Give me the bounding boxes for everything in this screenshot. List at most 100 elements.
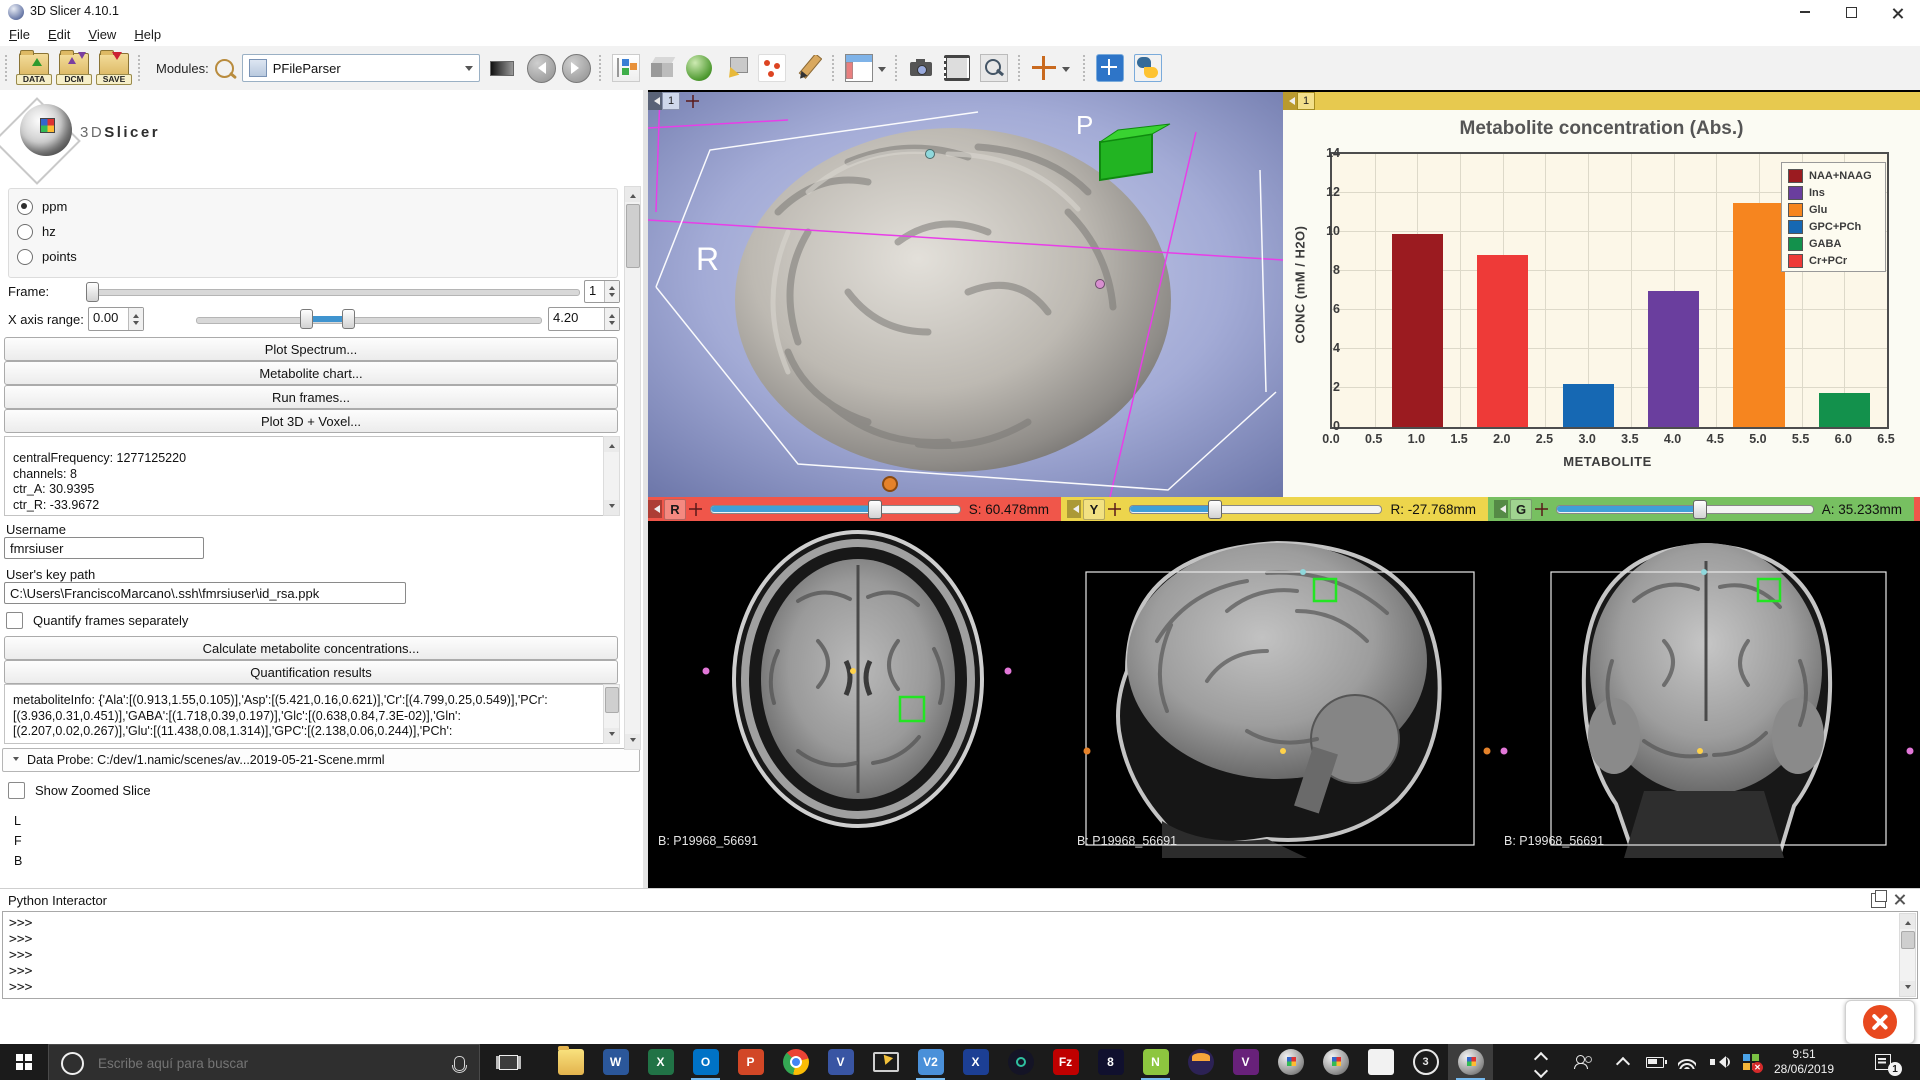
- chevron-down-icon[interactable]: [1062, 67, 1070, 76]
- view-pin-icon[interactable]: [1494, 500, 1508, 518]
- screenshot-camera-icon[interactable]: [908, 55, 934, 81]
- taskbar-app-slicer[interactable]: [1448, 1044, 1493, 1080]
- taskbar-app-i3[interactable]: 3: [1403, 1044, 1448, 1080]
- taskbar-overflow-button[interactable]: [1528, 1044, 1554, 1080]
- calculate-concentrations-button[interactable]: Calculate metabolite concentrations...: [4, 636, 618, 660]
- taskbar-clock[interactable]: 9:51 28/06/2019: [1756, 1044, 1852, 1080]
- markups-icon[interactable]: [758, 54, 786, 82]
- close-button[interactable]: [1874, 0, 1920, 24]
- menu-view[interactable]: View: [79, 24, 125, 45]
- taskbar-app-x-server[interactable]: [1358, 1044, 1403, 1080]
- quantification-results-button[interactable]: Quantification results: [4, 660, 618, 684]
- taskbar-app-word[interactable]: W: [593, 1044, 638, 1080]
- radio-points[interactable]: [17, 249, 33, 265]
- tables-icon[interactable]: [845, 54, 873, 82]
- view-pin-icon[interactable]: [1283, 92, 1297, 110]
- scene-film-icon[interactable]: [944, 55, 970, 81]
- menu-help[interactable]: Help: [125, 24, 170, 45]
- username-input[interactable]: [4, 537, 204, 559]
- slice-view-red[interactable]: R S: 60.478mm B: P19968_56691: [648, 497, 1067, 858]
- slice-visibility-icon[interactable]: [689, 503, 702, 516]
- subject-hierarchy-icon[interactable]: [612, 54, 640, 82]
- action-button-2[interactable]: Run frames...: [4, 385, 618, 409]
- slice-visibility-icon[interactable]: [1535, 503, 1548, 516]
- slice-visibility-icon[interactable]: [1108, 503, 1121, 516]
- python-close-icon[interactable]: [1893, 893, 1906, 906]
- view-pin-icon[interactable]: [648, 92, 662, 110]
- extensions-cube-icon[interactable]: [722, 55, 748, 81]
- radio-ppm[interactable]: [17, 199, 33, 215]
- taskbar-app-filezilla[interactable]: Fz: [1043, 1044, 1088, 1080]
- slice-offset-slider[interactable]: [710, 497, 959, 521]
- xaxis-handle-high[interactable]: [342, 309, 355, 329]
- menu-file[interactable]: File: [0, 24, 39, 45]
- slice-slider-handle[interactable]: [868, 500, 882, 519]
- toolbar-handle[interactable]: [598, 54, 603, 82]
- dicom-button[interactable]: DCM: [56, 51, 90, 85]
- xaxis-max-spinbox[interactable]: 4.20: [548, 307, 620, 331]
- toolbar-handle[interactable]: [4, 54, 9, 82]
- floating-close-button[interactable]: [1845, 1000, 1915, 1044]
- taskbar-app-visio[interactable]: V: [818, 1044, 863, 1080]
- taskbar-app-visual-studio[interactable]: V: [1223, 1044, 1268, 1080]
- slice-letter-badge[interactable]: G: [1510, 499, 1532, 520]
- microphone-icon[interactable]: [454, 1056, 465, 1071]
- show-zoomed-checkbox[interactable]: [8, 782, 25, 799]
- module-back-button[interactable]: [527, 54, 556, 83]
- taskbar-search[interactable]: [48, 1044, 480, 1080]
- chevron-down-icon[interactable]: [878, 67, 886, 76]
- slice-slider-handle[interactable]: [1693, 500, 1707, 519]
- python-console[interactable]: >>>>>>>>>>>>>>>: [2, 911, 1918, 999]
- action-button-3[interactable]: Plot 3D + Voxel...: [4, 409, 618, 433]
- header-info-textbox[interactable]: centralFrequency: 1277125220channels: 8c…: [4, 436, 604, 516]
- view-pin-icon[interactable]: [648, 500, 662, 518]
- minimize-button[interactable]: [1782, 0, 1828, 24]
- toolbar-handle[interactable]: [1082, 54, 1087, 82]
- taskbar-app-notepad-plus[interactable]: N: [1133, 1044, 1178, 1080]
- module-search-icon[interactable]: [215, 59, 234, 78]
- keypath-input[interactable]: [4, 582, 406, 604]
- metabolite-info-textbox[interactable]: metaboliteInfo: {'Ala':[(0.913,1.55,0.10…: [4, 684, 604, 744]
- slice-view-yellow[interactable]: Y R: -27.768mm B: P19968_56691: [1067, 497, 1494, 858]
- search-input[interactable]: [96, 1055, 454, 1072]
- action-button-0[interactable]: Plot Spectrum...: [4, 337, 618, 361]
- module-forward-button[interactable]: [562, 54, 591, 83]
- xaxis-handle-low[interactable]: [300, 309, 313, 329]
- slice-view-green[interactable]: G A: 35.233mm B: P19968_56691: [1494, 497, 1920, 858]
- taskbar-app-slicer[interactable]: [1313, 1044, 1358, 1080]
- taskbar-app-gitkraken[interactable]: [998, 1044, 1043, 1080]
- python-console-icon[interactable]: [1134, 54, 1162, 82]
- tray-expand-button[interactable]: [1608, 1044, 1638, 1080]
- extension-manager-icon[interactable]: [1096, 54, 1124, 82]
- view-crosshair-icon[interactable]: [686, 95, 699, 108]
- slice-offset-slider[interactable]: [1556, 497, 1812, 521]
- metabolite-scrollbar[interactable]: [603, 684, 620, 744]
- people-button[interactable]: [1566, 1044, 1600, 1080]
- taskbar-app-slicer[interactable]: [1268, 1044, 1313, 1080]
- module-history-icon[interactable]: [490, 61, 514, 76]
- toolbar-handle[interactable]: [894, 54, 899, 82]
- load-data-button[interactable]: DATA: [16, 51, 50, 85]
- taskbar-app-remote-pc[interactable]: [863, 1044, 908, 1080]
- xaxis-min-spinbox[interactable]: 0.00: [88, 307, 144, 331]
- xaxis-range-slider[interactable]: [196, 317, 542, 324]
- start-button[interactable]: [0, 1044, 48, 1080]
- chart-view-badge[interactable]: 1: [1297, 92, 1315, 110]
- taskbar-app-excel[interactable]: X: [638, 1044, 683, 1080]
- volume-status[interactable]: [1704, 1044, 1734, 1080]
- taskbar-app-outlook[interactable]: O: [683, 1044, 728, 1080]
- menu-edit[interactable]: Edit: [39, 24, 79, 45]
- taskbar-app-chrome[interactable]: [773, 1044, 818, 1080]
- scene-search-icon[interactable]: [980, 54, 1008, 82]
- action-button-1[interactable]: Metabolite chart...: [4, 361, 618, 385]
- taskbar-app-file-explorer[interactable]: [548, 1044, 593, 1080]
- threed-view[interactable]: R P 1: [648, 92, 1283, 497]
- slice-letter-badge[interactable]: R: [664, 499, 686, 520]
- battery-status[interactable]: [1640, 1044, 1670, 1080]
- maximize-button[interactable]: [1828, 0, 1874, 24]
- taskbar-app-mplab[interactable]: X: [953, 1044, 998, 1080]
- taskbar-app-eclipse[interactable]: [1178, 1044, 1223, 1080]
- crosshair-icon[interactable]: [1031, 55, 1057, 81]
- toolbar-handle[interactable]: [1017, 54, 1022, 82]
- task-view-button[interactable]: [486, 1044, 530, 1080]
